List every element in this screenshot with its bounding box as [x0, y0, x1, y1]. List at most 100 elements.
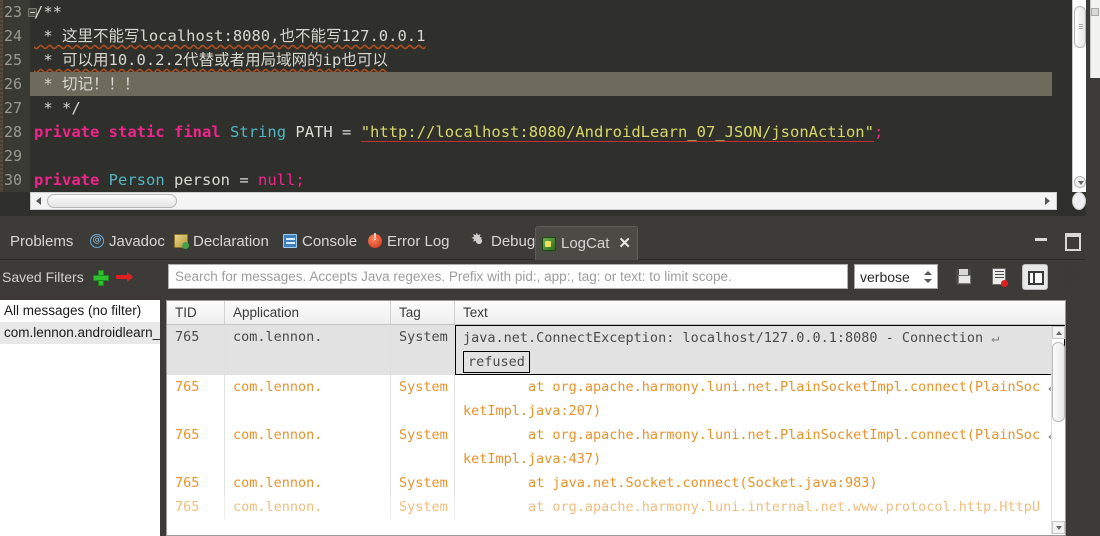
panel-resize-handle[interactable]: [1091, 8, 1099, 16]
editor-hscroll-track[interactable]: [47, 193, 1040, 209]
logcat-text-line: at java.net.Socket.connect(Socket.java:9…: [463, 475, 878, 491]
saved-filters-list[interactable]: All messages (no filter) com.lennon.andro…: [0, 300, 160, 536]
editor-code-line[interactable]: * 切记！！！: [34, 72, 139, 96]
logcat-vertical-scrollbar[interactable]: [1051, 326, 1065, 534]
code-token: static: [108, 123, 165, 141]
editor-code-line[interactable]: * */: [34, 96, 80, 120]
save-log-button[interactable]: [950, 264, 976, 290]
scroll-lock-button[interactable]: [1058, 264, 1084, 290]
column-header-tag[interactable]: Tag: [391, 301, 455, 324]
code-token: =: [239, 171, 249, 189]
logcat-cell-tid: 765: [167, 423, 225, 471]
editor-vertical-scrollbar[interactable]: [1072, 0, 1086, 192]
code-token: private: [34, 123, 100, 141]
editor-code-area[interactable]: /** * 这里不能写localhost:8080,也不能写127.0.0.1 …: [30, 0, 1072, 192]
logcat-row[interactable]: 765 com.lennon. System at org.apache.harmo…: [167, 375, 1065, 423]
tab-problems[interactable]: Problems: [4, 226, 79, 256]
logcat-cell-tag: System: [391, 471, 455, 495]
eclipse-ide-window: 23 24 25 26 27 28 29 30 /** * 这里不能写localhost:80…: [0, 0, 1100, 536]
remove-filter-icon[interactable]: [115, 269, 133, 285]
column-header-text[interactable]: Text: [455, 301, 1065, 324]
log-level-select[interactable]: verbose: [854, 264, 938, 289]
logcat-cell-application: com.lennon.: [225, 471, 391, 495]
code-token: * 这里不能写localhost:8080,也不能写127.0.0.1: [34, 27, 426, 45]
tab-label: Debug: [491, 232, 536, 250]
tab-logcat[interactable]: LogCat ✕: [535, 226, 638, 260]
editor-code-line[interactable]: * 这里不能写localhost:8080,也不能写127.0.0.1: [34, 24, 425, 48]
spinner-arrows-icon[interactable]: [923, 269, 932, 285]
logcat-cell-application: com.lennon.: [225, 423, 391, 471]
saved-filters-label: Saved Filters: [2, 269, 84, 285]
column-header-tid[interactable]: TID: [167, 301, 225, 324]
tab-console[interactable]: Console: [277, 226, 363, 256]
current-line-highlight: [30, 72, 1052, 96]
adjacent-panel-edge: [1090, 0, 1100, 78]
maximize-icon[interactable]: [1062, 230, 1081, 251]
panel-window-buttons: [1032, 230, 1081, 251]
saved-filter-item[interactable]: com.lennon.androidlearn_07_json: [0, 322, 160, 344]
editor-hscroll-left-arrow[interactable]: [31, 193, 47, 209]
tab-label: Javadoc: [109, 232, 165, 250]
editor-vscroll-thumb[interactable]: [1074, 6, 1086, 48]
tab-label: Error Log: [387, 232, 450, 250]
add-filter-icon[interactable]: [92, 269, 109, 286]
logcat-row[interactable]: 765 com.lennon. System at org.apache.harmo…: [167, 423, 1065, 471]
scroll-lock-icon: [1062, 268, 1078, 285]
editor-code-line[interactable]: private static final String PATH = "http…: [34, 120, 883, 144]
logcat-row[interactable]: 765 com.lennon. System java.net.ConnectExce…: [167, 325, 1065, 375]
logcat-cell-tid: 765: [167, 325, 225, 375]
minimize-icon[interactable]: [1032, 230, 1050, 248]
logcat-cell-application: com.lennon.: [225, 375, 391, 423]
logcat-cell-text: at org.apache.harmony.luni.net.PlainSock…: [455, 375, 1065, 423]
saved-filter-item[interactable]: All messages (no filter): [0, 300, 160, 322]
editor-code-line[interactable]: /**: [34, 0, 62, 24]
code-token: =: [342, 123, 352, 141]
tab-label: Declaration: [193, 232, 269, 250]
logcat-selection-box: refused: [463, 351, 530, 373]
code-token: private: [34, 171, 100, 189]
logcat-text-continuation: ketImpl.java:437): [463, 451, 602, 467]
column-header-application[interactable]: Application: [225, 301, 391, 324]
logcat-row[interactable]: 765 com.lennon. System at org.apache.harmo…: [167, 495, 1065, 519]
editor-horizontal-scrollbar[interactable]: [30, 192, 1057, 210]
tab-javadoc[interactable]: @ Javadoc: [84, 226, 171, 256]
code-token: PATH: [286, 123, 343, 141]
editor-code-line[interactable]: private Person person = null;: [34, 168, 305, 192]
editor-hscroll-thumb[interactable]: [47, 194, 177, 208]
logcat-vscroll-up-arrow[interactable]: [1052, 326, 1065, 339]
tab-error-log[interactable]: Error Log: [362, 226, 456, 256]
console-icon: [283, 234, 297, 248]
code-token: ;: [873, 123, 884, 141]
logcat-table-body[interactable]: 765 com.lennon. System java.net.ConnectExce…: [167, 325, 1065, 535]
editor-line-number: 28: [4, 123, 23, 141]
display-saved-filters-button[interactable]: [1022, 264, 1048, 290]
editor-vscroll-down-arrow[interactable]: [1074, 176, 1086, 188]
editor-line-number-gutter[interactable]: 23 24 25 26 27 28 29 30: [0, 0, 37, 192]
logcat-vscroll-thumb[interactable]: [1052, 342, 1065, 422]
export-log-button[interactable]: [986, 264, 1012, 290]
logcat-vscroll-down-arrow[interactable]: [1052, 521, 1065, 534]
right-edge-strip: [1086, 0, 1100, 536]
code-token: null: [258, 171, 296, 189]
display-saved-filters-icon: [1028, 271, 1044, 285]
search-input[interactable]: [175, 269, 841, 284]
logcat-text-continuation: ketImpl.java:207): [463, 403, 602, 419]
search-box[interactable]: [168, 264, 848, 289]
logcat-cell-tid: 765: [167, 471, 225, 495]
debug-icon: [471, 230, 486, 248]
view-tab-bar[interactable]: Problems @ Javadoc Declaration Console Error …: [0, 222, 1086, 260]
tab-debug[interactable]: Debug: [466, 226, 541, 256]
logcat-cell-text: at org.apache.harmony.luni.internal.net.…: [455, 495, 1065, 519]
editor-hscroll-right-arrow[interactable]: [1040, 193, 1056, 209]
logcat-message-table[interactable]: TID Application Tag Text 765 com.lennon. S…: [166, 300, 1066, 536]
editor-line-number: 23: [4, 3, 23, 21]
logcat-cell-tag: System: [391, 495, 455, 519]
logcat-row[interactable]: 765 com.lennon. System at java.net.Socket.…: [167, 471, 1065, 495]
editor-code-line[interactable]: * 可以用10.0.2.2代替或者用局域网的ip也可以: [34, 48, 388, 72]
close-tab-icon[interactable]: ✕: [618, 236, 631, 251]
log-level-value: verbose: [860, 268, 910, 285]
tab-declaration[interactable]: Declaration: [168, 226, 275, 256]
code-editor[interactable]: 23 24 25 26 27 28 29 30 /** * 这里不能写localhost:80…: [0, 0, 1086, 216]
